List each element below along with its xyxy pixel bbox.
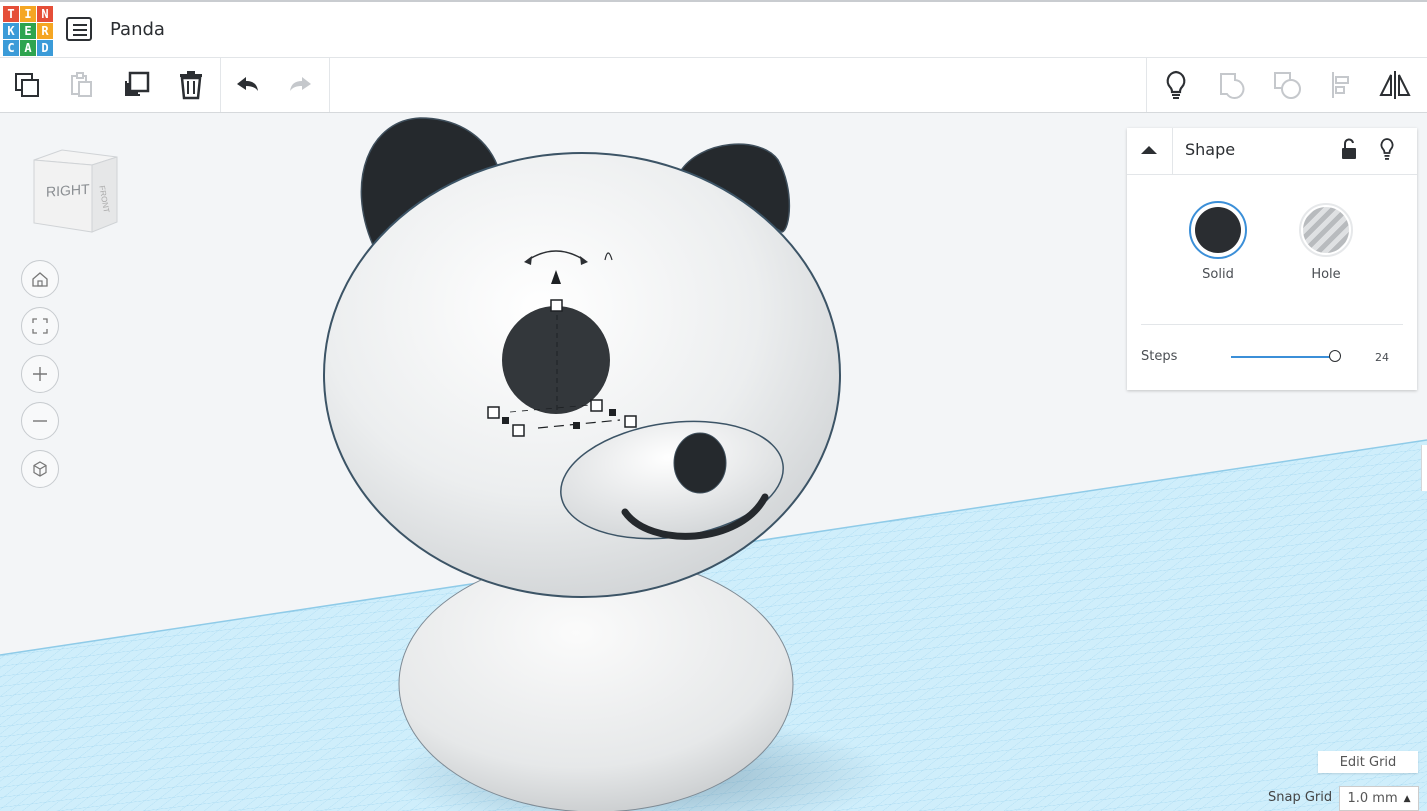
solid-option[interactable] — [1189, 201, 1247, 259]
ungroup-button[interactable] — [1268, 66, 1306, 104]
redo-icon — [290, 77, 311, 91]
ortho-view-button[interactable] — [21, 450, 59, 488]
hole-stripe-swatch[interactable] — [1303, 207, 1349, 253]
duplicate-button[interactable] — [117, 66, 155, 104]
hole-option[interactable] — [1299, 203, 1353, 257]
panel-edge-tab[interactable] — [1421, 445, 1427, 491]
steps-slider[interactable] — [1231, 350, 1341, 364]
corner-handle-back[interactable] — [590, 399, 603, 412]
snap-grid-value: 1.0 mm — [1347, 791, 1398, 806]
main-toolbar — [0, 58, 1427, 113]
home-view-button[interactable] — [21, 260, 59, 298]
logo-letter-tile: T — [3, 6, 19, 22]
align-button[interactable] — [1322, 66, 1360, 104]
shape-inspector-panel: Shape Solid Hole Steps 24 — [1127, 128, 1417, 390]
lightbulb-icon — [1166, 70, 1186, 99]
logo-letter-tile: K — [3, 23, 19, 39]
design-list-icon[interactable] — [66, 17, 92, 41]
logo-letter-tile: R — [37, 23, 53, 39]
panda-nose[interactable] — [673, 432, 727, 494]
edit-grid-button[interactable]: Edit Grid — [1318, 751, 1418, 773]
logo-letter-tile: A — [20, 40, 36, 56]
redo-button[interactable] — [282, 66, 320, 104]
minus-icon — [33, 420, 47, 422]
corner-handle-right[interactable] — [624, 415, 637, 428]
copy-icon — [15, 73, 39, 97]
notes-button[interactable] — [1157, 66, 1195, 104]
home-icon — [32, 272, 48, 287]
steps-label: Steps — [1141, 349, 1178, 364]
group-button[interactable] — [1213, 66, 1251, 104]
group-icon — [1220, 73, 1245, 99]
corner-handle-left[interactable] — [487, 406, 500, 419]
steps-slider-fill — [1231, 356, 1335, 358]
tinkercad-logo[interactable]: TIN KER CAD — [3, 6, 53, 56]
logo-letter-tile: D — [37, 40, 53, 56]
solid-color-swatch[interactable] — [1195, 207, 1241, 253]
lightbulb-icon[interactable] — [1377, 136, 1397, 162]
logo-letter-tile: C — [3, 40, 19, 56]
duplicate-icon — [125, 71, 150, 96]
design-title[interactable]: Panda — [110, 19, 165, 40]
ungroup-icon — [1274, 72, 1301, 99]
paste-icon — [71, 72, 92, 97]
copy-button[interactable] — [8, 66, 46, 104]
solid-label: Solid — [1202, 267, 1234, 282]
snap-grid-label: Snap Grid — [1268, 790, 1333, 805]
mirror-icon — [1379, 71, 1411, 99]
caret-up-icon: ▲ — [1403, 793, 1411, 804]
undo-icon — [237, 77, 258, 91]
zoom-out-button[interactable] — [21, 402, 59, 440]
unlock-icon[interactable] — [1339, 138, 1359, 162]
panel-title: Shape — [1185, 140, 1236, 159]
panel-header: Shape — [1127, 128, 1417, 175]
logo-letter-tile: N — [37, 6, 53, 22]
zoom-in-button[interactable] — [21, 355, 59, 393]
fit-view-icon — [32, 318, 48, 334]
align-icon — [1332, 72, 1349, 98]
hole-label: Hole — [1311, 267, 1341, 282]
plus-icon — [33, 367, 47, 381]
mirror-button[interactable] — [1376, 66, 1414, 104]
steps-slider-thumb[interactable] — [1329, 350, 1341, 362]
snap-grid-select[interactable]: 1.0 mm ▲ — [1339, 786, 1419, 811]
fit-view-button[interactable] — [21, 307, 59, 345]
logo-letter-tile: E — [20, 23, 36, 39]
undo-button[interactable] — [228, 66, 266, 104]
app-header: TIN KER CAD Panda — [0, 0, 1427, 58]
steps-value[interactable]: 24 — [1375, 351, 1389, 364]
top-handle[interactable] — [550, 299, 563, 312]
view-cube[interactable]: RIGHT FRONT — [33, 149, 118, 233]
panda-eye-selected[interactable] — [502, 306, 610, 414]
corner-handle-front[interactable] — [512, 424, 525, 437]
view-cube-right-label[interactable]: RIGHT — [46, 181, 90, 200]
delete-button[interactable] — [172, 66, 210, 104]
trash-icon — [180, 71, 202, 100]
paste-button[interactable] — [62, 66, 100, 104]
collapse-caret-icon[interactable] — [1139, 142, 1159, 158]
logo-letter-tile: I — [20, 6, 36, 22]
cube-perspective-icon — [33, 461, 47, 477]
